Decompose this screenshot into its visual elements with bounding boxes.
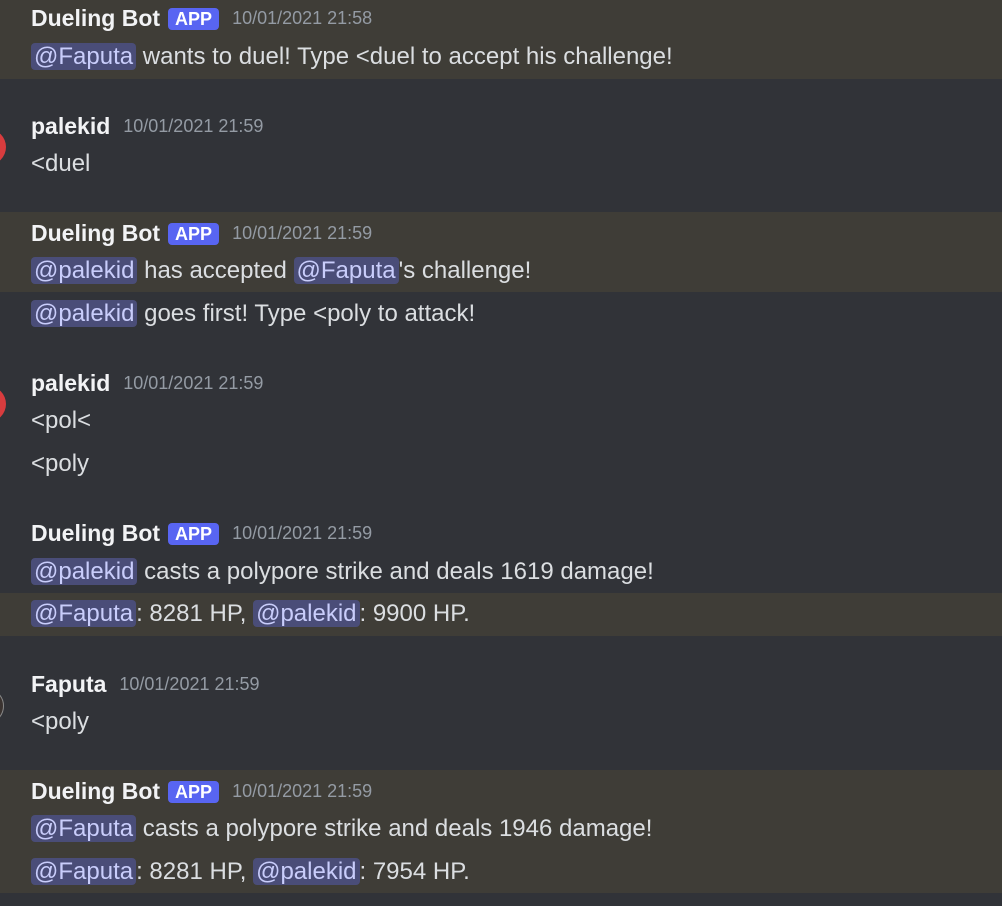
message-text: : 9900 HP.	[359, 600, 470, 627]
app-badge: APP	[168, 7, 220, 30]
message-header: palekid 10/01/2021 21:59	[31, 113, 263, 140]
message-content: @palekid goes first! Type <poly to attac…	[31, 298, 475, 330]
user-mention[interactable]: @palekid	[253, 600, 360, 627]
message-text: casts a polypore strike and deals 1946 d…	[136, 815, 653, 842]
message-header: Dueling Bot APP 10/01/2021 21:59	[31, 220, 372, 247]
author-name[interactable]: palekid	[31, 113, 110, 140]
app-badge: APP	[168, 780, 220, 803]
user-mention[interactable]: @Faputa	[31, 600, 137, 627]
message-content: <poly	[31, 450, 90, 477]
timestamp[interactable]: 10/01/2021 21:59	[123, 116, 263, 137]
message-text: has accepted	[137, 257, 294, 284]
user-mention[interactable]: @Faputa	[31, 858, 137, 885]
message-header: palekid 10/01/2021 21:59	[31, 370, 263, 397]
message-header: Dueling Bot APP 10/01/2021 21:59	[31, 778, 372, 805]
avatar[interactable]	[0, 688, 4, 724]
user-mention[interactable]: @Faputa	[31, 815, 137, 842]
timestamp[interactable]: 10/01/2021 21:59	[123, 373, 263, 394]
timestamp[interactable]: 10/01/2021 21:59	[232, 223, 372, 244]
message-text: 's challenge!	[398, 257, 532, 284]
message-content: @palekid has accepted @Faputa's challeng…	[31, 255, 531, 287]
timestamp[interactable]: 10/01/2021 21:58	[232, 8, 372, 29]
message-content: <poly	[31, 708, 90, 735]
user-mention[interactable]: @palekid	[31, 300, 138, 327]
timestamp[interactable]: 10/01/2021 21:59	[119, 674, 259, 695]
message-content: @Faputa: 8281 HP, @palekid: 7954 HP.	[31, 856, 470, 888]
message-header: Dueling Bot APP 10/01/2021 21:58	[31, 5, 372, 32]
message-content: <duel	[31, 150, 91, 177]
message-content: @Faputa: 8281 HP, @palekid: 9900 HP.	[31, 598, 470, 630]
chat-messages: Dueling Bot APP 10/01/2021 21:58 @Faputa…	[0, 0, 1002, 906]
user-mention[interactable]: @Faputa	[31, 43, 137, 70]
message-text: : 7954 HP.	[359, 858, 470, 885]
author-name[interactable]: Dueling Bot	[31, 520, 160, 547]
message-text: : 8281 HP,	[136, 600, 254, 627]
message-content: @Faputa casts a polypore strike and deal…	[31, 813, 652, 845]
message-text: : 8281 HP,	[136, 858, 254, 885]
message-content: @Faputa wants to duel! Type <duel to acc…	[31, 41, 673, 73]
timestamp[interactable]: 10/01/2021 21:59	[232, 781, 372, 802]
message-content: <pol<	[31, 407, 92, 434]
app-badge: APP	[168, 222, 220, 245]
avatar[interactable]	[0, 386, 6, 422]
user-mention[interactable]: @palekid	[31, 257, 138, 284]
author-name[interactable]: palekid	[31, 370, 110, 397]
user-mention[interactable]: @palekid	[253, 858, 360, 885]
author-name[interactable]: Faputa	[31, 671, 106, 698]
user-mention[interactable]: @palekid	[31, 558, 138, 585]
message-text: wants to duel! Type <duel to accept his …	[136, 43, 673, 70]
message-text: casts a polypore strike and deals 1619 d…	[137, 558, 654, 585]
avatar[interactable]	[0, 129, 6, 165]
author-name[interactable]: Dueling Bot	[31, 5, 160, 32]
timestamp[interactable]: 10/01/2021 21:59	[232, 523, 372, 544]
message-content: @palekid casts a polypore strike and dea…	[31, 556, 654, 588]
app-badge: APP	[168, 522, 220, 545]
user-mention[interactable]: @Faputa	[293, 257, 399, 284]
author-name[interactable]: Dueling Bot	[31, 778, 160, 805]
author-name[interactable]: Dueling Bot	[31, 220, 160, 247]
message-text: goes first! Type <poly to attack!	[137, 300, 476, 327]
message-header: Dueling Bot APP 10/01/2021 21:59	[31, 520, 372, 547]
message-header: Faputa 10/01/2021 21:59	[31, 671, 260, 698]
